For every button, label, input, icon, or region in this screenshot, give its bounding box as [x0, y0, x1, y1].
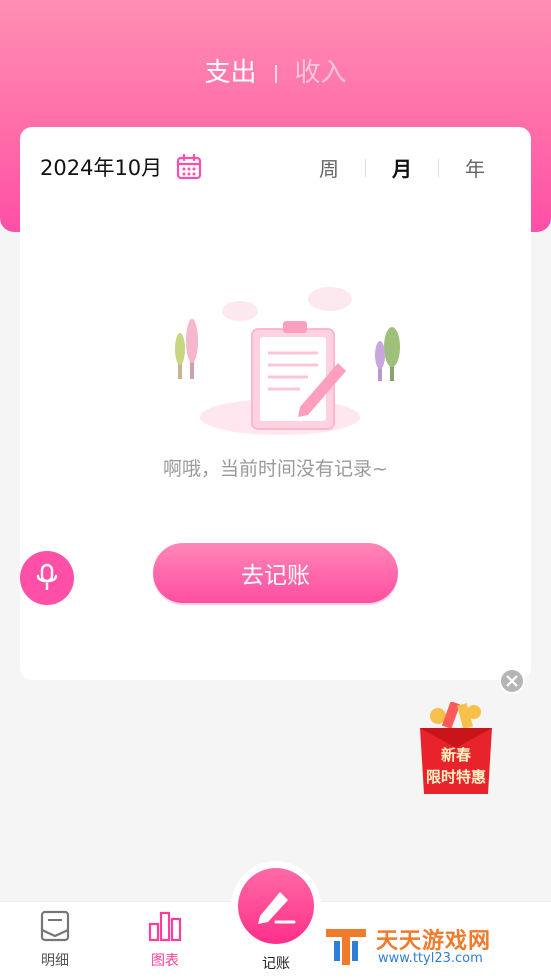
nav-chart-label: 图表 [151, 953, 179, 969]
nav-detail-label: 明细 [41, 953, 69, 969]
promo-subtitle: 限时特惠 [425, 768, 486, 786]
promo-title: 新春 [440, 746, 471, 764]
watermark: 天天游戏网 www.ttyl23.com [320, 921, 520, 971]
close-icon [506, 675, 518, 687]
microphone-icon [36, 563, 58, 590]
current-date: 2024年10月 [40, 156, 163, 180]
nav-detail[interactable]: 明细 [15, 910, 95, 970]
period-divider [438, 158, 439, 177]
pen-icon [258, 892, 296, 924]
type-divider [274, 64, 277, 83]
nav-add-label: 记账 [262, 956, 290, 972]
period-tabs: 周 月 年 [319, 153, 485, 182]
nav-chart[interactable]: 图表 [125, 910, 205, 970]
add-record-button[interactable] [238, 868, 314, 944]
tab-week[interactable]: 周 [319, 153, 339, 182]
detail-icon [40, 910, 70, 942]
summary-card: 2024年10月 周 月 年 啊哦，当前时间没有记录~ 去记账 [20, 127, 531, 680]
watermark-logo-icon [326, 929, 366, 965]
nav-add[interactable]: 记账 [229, 861, 323, 979]
tab-expense[interactable]: 支出 [204, 58, 256, 88]
type-switch: 支出 收入 [0, 52, 551, 89]
promo-close-button[interactable] [499, 668, 525, 694]
add-button-outer [231, 861, 321, 951]
voice-input-button[interactable] [20, 551, 74, 605]
go-record-button[interactable]: 去记账 [153, 543, 398, 603]
empty-message: 啊哦，当前时间没有记录~ [163, 458, 388, 480]
tab-month[interactable]: 月 [392, 153, 412, 182]
promo-banner[interactable]: 新春 限时特惠 [398, 668, 531, 808]
chart-icon [148, 911, 182, 942]
tab-year[interactable]: 年 [465, 153, 485, 182]
watermark-url: www.ttyl23.com [378, 951, 483, 966]
calendar-icon[interactable] [176, 154, 202, 180]
date-selector[interactable]: 2024年10月 [40, 152, 202, 182]
period-divider [365, 158, 366, 177]
empty-clipboard-illustration [175, 287, 400, 435]
tab-income[interactable]: 收入 [295, 58, 347, 88]
